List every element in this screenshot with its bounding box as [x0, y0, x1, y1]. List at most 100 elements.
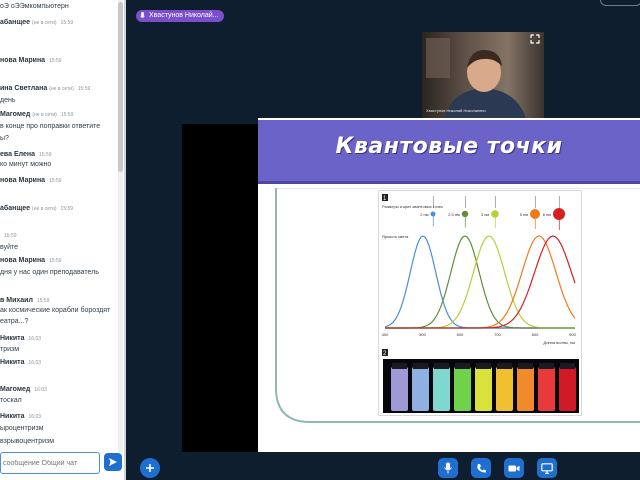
chat-message-header: абанщее (не в сети) 15:59: [0, 204, 73, 214]
vial-cap: [434, 363, 449, 369]
chat-timestamp: 15:59: [77, 86, 91, 92]
vial-cap: [413, 363, 428, 369]
microphone-button[interactable]: [438, 458, 458, 478]
dot-size-label: 2 нм: [420, 212, 429, 217]
x-tick-label: 900: [569, 332, 576, 337]
microphone-icon: [444, 462, 452, 474]
chat-timestamp: 16:03: [28, 336, 42, 342]
chat-message-text: день: [0, 97, 16, 104]
chat-message-text: в конце про поправки ответите: [0, 123, 101, 130]
chat-message-header: ева Елена 15:59: [0, 150, 52, 160]
chat-scrollbar[interactable]: [118, 0, 123, 452]
chat-timestamp: 15:59: [60, 206, 74, 212]
quantum-dot: [530, 209, 540, 219]
chat-author-name: ина Светлана: [0, 85, 48, 92]
send-icon: [109, 458, 117, 466]
chat-message-input[interactable]: [0, 452, 100, 474]
emission-curve: [385, 235, 575, 329]
chat-message-text: взрывоцентризм: [0, 438, 55, 445]
dot-size-legend: 2 нм 2,5 нм 3 нм 5 нм 6 нм: [420, 195, 565, 231]
x-tick-label: 400: [382, 332, 389, 337]
chat-message-header: Магомед (не в сети) 15:59: [0, 110, 73, 120]
phone-audio-button[interactable]: [471, 458, 491, 478]
chat-message-text: тоскал: [0, 397, 22, 404]
chat-timestamp: 15:59: [36, 298, 50, 304]
actions-plus-button[interactable]: [140, 458, 160, 478]
presentation-slide: Квантовые точки 1 Размеры и цвет квантов…: [258, 118, 640, 452]
vial-cap: [539, 363, 554, 369]
chat-timestamp: 15:59: [49, 178, 62, 184]
chat-timestamp: 15:59: [38, 152, 52, 158]
chat-message-header: в Михаил 15:59: [0, 296, 49, 306]
quantum-dot: [553, 208, 565, 220]
chat-message-header: нова Марина 15:59: [0, 256, 62, 266]
light-wave: [558, 195, 560, 209]
chat-message-header: ина Светлана (не в сети) 15:59: [0, 84, 90, 94]
camera-icon: [508, 465, 520, 471]
vial: [454, 367, 471, 411]
chat-timestamp: 16:03: [34, 387, 47, 393]
quantum-dot: [430, 211, 436, 217]
chat-timestamp: 16:03: [28, 360, 42, 366]
chat-message-text: ы?: [0, 135, 9, 142]
quantum-dots-figure: 1 Размеры и цвет квантовых точек Яркость…: [378, 190, 582, 416]
light-wave: [494, 217, 497, 229]
x-tick-label: 600: [457, 332, 464, 337]
webcam-picture: [422, 32, 544, 118]
chat-timestamp: 15:59: [60, 20, 74, 26]
chat-message-text: ыроцентризм: [0, 425, 44, 432]
chat-message-text: ко минут можно: [0, 161, 52, 168]
chat-message-header: нова Марина 15:59: [0, 176, 62, 186]
chat-author-name: Никита: [0, 359, 25, 366]
vial: [538, 367, 555, 411]
chat-timestamp: 15:59: [4, 233, 17, 239]
chat-author-name: нова Марина: [0, 177, 46, 184]
chat-timestamp: 15:59: [60, 112, 74, 118]
quantum-dots-illustration: 1 Размеры и цвет квантовых точек Яркость…: [382, 194, 579, 413]
vial-cap: [497, 363, 512, 369]
vial: [412, 367, 429, 411]
chat-author-name: Никита: [0, 413, 25, 420]
chat-author-name: ева Елена: [0, 151, 35, 158]
chat-author-name: абанщее: [0, 205, 31, 212]
vial-cap: [560, 363, 575, 369]
screen-share-button[interactable]: [537, 458, 557, 478]
send-message-button[interactable]: [104, 453, 122, 471]
chat-author-name: нова Марина: [0, 57, 46, 64]
webcam-participant-name: Хвастунов Николай Николаевич: [426, 108, 486, 113]
vial: [496, 367, 513, 411]
y-axis-label: Яркость света: [382, 234, 409, 239]
options-menu-button[interactable]: [600, 0, 640, 6]
chat-panel: оЭ оЭЭмкомпьютерн абанщее (не в сети) 15:59…: [0, 0, 124, 480]
fullscreen-icon[interactable]: [530, 34, 540, 44]
x-tick-label: 500: [419, 332, 426, 337]
panel-divider[interactable]: [124, 0, 126, 480]
chat-message-header: Никита 16:03: [0, 334, 41, 344]
dot-size-label: 6 нм: [543, 212, 552, 217]
chat-message-text: вуйте: [0, 244, 18, 251]
chat-author-name: в Михаил: [0, 297, 33, 304]
chat-message-text: тризм: [0, 346, 20, 353]
microphone-icon: [140, 12, 145, 18]
chat-scrollbar-thumb[interactable]: [118, 2, 123, 172]
chat-message-header: абанщее (не в сети) 15:59: [0, 18, 73, 28]
chat-author-status: (не в сети): [32, 206, 57, 212]
x-tick-label: 800: [532, 332, 539, 337]
webcam-video[interactable]: Хвастунов Николай Николаевич: [422, 32, 544, 118]
chat-timestamp: 15:59: [49, 58, 62, 64]
light-wave: [534, 218, 537, 230]
webcam-button[interactable]: [504, 458, 524, 478]
dot-size-label: 5 нм: [520, 212, 529, 217]
light-wave: [558, 219, 561, 231]
quantum-dot: [461, 210, 469, 218]
x-tick-label: 700: [494, 332, 501, 337]
light-wave: [432, 216, 435, 227]
plus-icon: [146, 464, 154, 472]
light-wave: [464, 195, 466, 209]
dot-size-label: 3 нм: [481, 212, 490, 217]
emission-curves: [384, 235, 576, 329]
dot-size-label: 2,5 нм: [448, 212, 460, 217]
chat-author-name: Никита: [0, 335, 25, 342]
x-axis-ticks: 400 500 600 700 800 900: [382, 332, 577, 337]
chat-message-text: ак космические корабли бороздят: [0, 307, 111, 314]
